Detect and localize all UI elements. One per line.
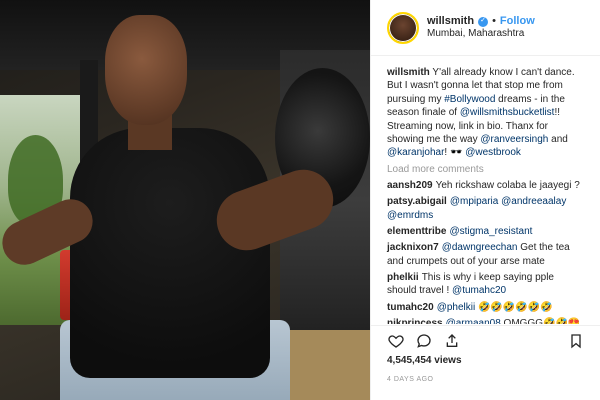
comment-username[interactable]: elementtribe [387,226,446,237]
avatar[interactable] [387,11,419,44]
comment-text: OMGGG🤣🤣😍 [500,318,581,324]
caption-tag[interactable]: @westbrook [465,147,521,158]
comment-item: nikprincess @armaan08 OMGGG🤣🤣😍 [387,317,585,324]
caption-tag[interactable]: @willsmithsbucketlist [460,107,555,118]
comment-username[interactable]: phelkii [387,272,419,283]
comment-username[interactable]: jacknixon7 [387,242,439,253]
username[interactable]: willsmith [427,15,474,28]
comment-tag[interactable]: @mpiparia [450,196,499,207]
separator-dot: • [492,14,496,27]
views-count: 4,545,454 views [387,355,462,366]
comment-item: tumahc20 @phelkii 🤣🤣🤣🤣🤣🤣 [387,301,585,314]
comment-tag[interactable]: @emrdms [387,210,433,221]
comment-item: aansh209 Yeh rickshaw colaba le jaayegi ? [387,179,585,192]
action-bar [371,325,600,355]
post-header: willsmith ✓ • Follow Mumbai, Maharashtra [371,0,600,56]
comment-tag[interactable]: @armaan08 [446,318,501,324]
caption: willsmith Y'all already know I can't dan… [387,66,585,160]
share-icon[interactable] [443,332,461,350]
post-sidebar: willsmith ✓ • Follow Mumbai, Maharashtra… [370,0,600,400]
caption-tag[interactable]: @karanjohar [387,147,444,158]
caption-user[interactable]: willsmith [387,67,430,78]
header-line: willsmith ✓ • Follow [427,15,535,28]
caption-tag[interactable]: #Bollywood [444,94,495,105]
comment-item: elementtribe @stigma_resistant [387,225,585,238]
location[interactable]: Mumbai, Maharashtra [427,28,535,40]
comment-text: 🤣🤣🤣🤣🤣🤣 [475,301,553,313]
comment-username[interactable]: nikprincess [387,318,443,324]
caption-text: and [548,133,568,145]
header-info: willsmith ✓ • Follow Mumbai, Maharashtra [427,15,535,40]
comment-tag[interactable]: @andreeaalay [501,196,566,207]
instagram-post: willsmith ✓ • Follow Mumbai, Maharashtra… [0,0,600,400]
comment-item: jacknixon7 @dawngreechan Get the tea and … [387,241,585,268]
comment-text: Yeh rickshaw colaba le jaayegi ? [435,179,580,191]
comment-tag[interactable]: @phelkii [437,302,476,313]
comment-item: patsy.abigail @mpiparia @andreeaalay @emr… [387,195,585,222]
comments-list: aansh209 Yeh rickshaw colaba le jaayegi ?… [387,179,585,324]
comment-username[interactable]: aansh209 [387,180,433,191]
bookmark-icon[interactable] [567,332,585,350]
caption-tag[interactable]: @ranveersingh [480,134,548,145]
comment-username[interactable]: tumahc20 [387,302,434,313]
caption-text: ! 🕶️ [444,147,466,159]
comment-username[interactable]: patsy.abigail [387,196,447,207]
follow-button[interactable]: Follow [500,15,535,28]
post-age: 4 DAYS AGO [387,376,434,383]
comment-tag[interactable]: @dawngreechan [442,242,518,253]
comment-tag[interactable]: @stigma_resistant [449,226,532,237]
shirt [70,128,270,378]
comments-area[interactable]: willsmith Y'all already know I can't dan… [371,56,600,324]
verified-badge-icon: ✓ [478,16,489,27]
post-video[interactable] [0,0,370,400]
load-more-comments[interactable]: Load more comments [387,164,585,175]
comment-tag[interactable]: @tumahc20 [452,285,506,296]
heart-icon[interactable] [387,332,405,350]
comment-icon[interactable] [415,332,433,350]
comment-item: phelkii This is why i keep saying pple sh… [387,271,585,298]
head [105,15,187,125]
